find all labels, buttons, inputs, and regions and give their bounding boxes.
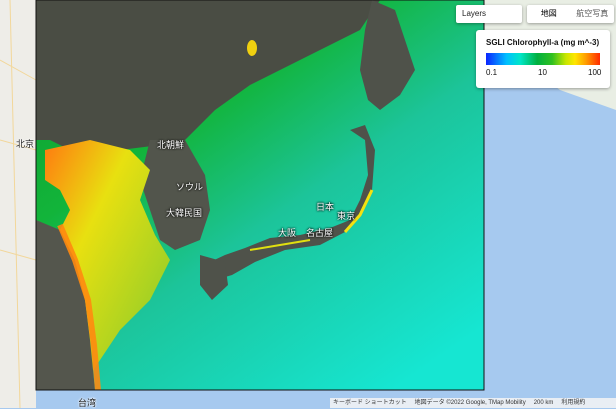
label-beijing: 北京 <box>16 139 35 149</box>
label-japan: 日本 <box>316 202 335 212</box>
map-type-control: 地図 航空写真 <box>527 5 614 23</box>
keyboard-shortcuts-link[interactable]: キーボード ショートカット <box>333 398 407 408</box>
layers-button[interactable]: Layers <box>456 5 522 23</box>
label-nagoya: 名古屋 <box>306 228 334 238</box>
legend-ticks: 0.1 10 100 <box>486 68 602 80</box>
map-attribution: 地図データ ©2022 Google, TMap Mobility <box>414 400 526 406</box>
legend-tick-max: 100 <box>588 68 602 77</box>
legend-tick-min: 0.1 <box>486 68 498 77</box>
terms-link[interactable]: 利用規約 <box>561 398 585 408</box>
map-footer: キーボード ショートカット 地図データ ©2022 Google, TMap M… <box>330 398 616 408</box>
label-south-korea: 大韓民国 <box>166 208 203 218</box>
legend-tick-mid: 10 <box>538 68 547 77</box>
label-tokyo: 東京 <box>337 211 356 221</box>
scale-label: 200 km <box>533 400 554 406</box>
label-osaka: 大阪 <box>278 228 297 238</box>
chlorophyll-legend: SGLI Chlorophyll-a (mg m^-3) 0.1 10 100 <box>476 30 610 88</box>
label-taiwan: 台湾 <box>78 398 97 408</box>
legend-color-bar <box>486 53 600 65</box>
map-type-roadmap-button[interactable]: 地図 <box>527 5 571 23</box>
legend-title: SGLI Chlorophyll-a (mg m^-3) <box>486 38 600 47</box>
map-type-satellite-button[interactable]: 航空写真 <box>571 5 615 23</box>
label-north-korea: 北朝鮮 <box>157 140 185 150</box>
label-seoul: ソウル <box>176 182 204 192</box>
